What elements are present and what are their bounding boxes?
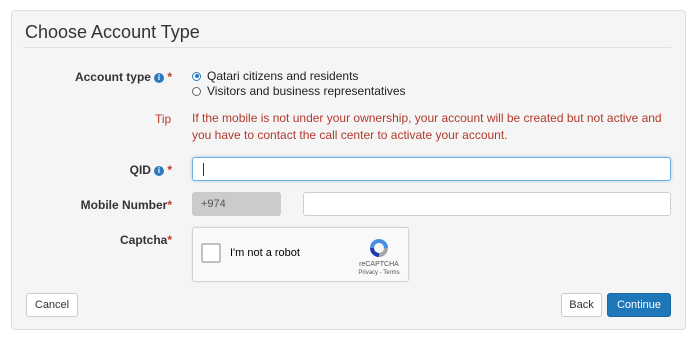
mobile-label-group: Mobile Number*	[32, 198, 172, 212]
recaptcha-logo-icon	[370, 239, 388, 257]
mobile-label: Mobile Number	[80, 198, 168, 212]
account-type-label-group: Account type i *	[32, 70, 172, 84]
account-type-label: Account type	[74, 70, 151, 84]
recaptcha-widget: I'm not a robot reCAPTCHA Privacy - Term…	[192, 227, 409, 282]
recaptcha-privacy-terms[interactable]: Privacy - Terms	[353, 270, 405, 276]
recaptcha-label: I'm not a robot	[230, 247, 300, 259]
page-title: Choose Account Type	[25, 22, 200, 42]
option-label: Visitors and business representatives	[207, 84, 406, 98]
back-button[interactable]: Back	[561, 293, 602, 317]
required-mark: *	[167, 163, 172, 177]
mobile-number-input[interactable]	[303, 192, 671, 216]
info-icon[interactable]: i	[153, 73, 164, 83]
country-code-prefix: +974	[192, 192, 281, 216]
required-mark: *	[167, 70, 172, 84]
recaptcha-brand: reCAPTCHA	[359, 261, 399, 268]
qid-label-group: QID i *	[32, 163, 172, 177]
tip-label: Tip	[155, 112, 172, 126]
tip-text: If the mobile is not under your ownershi…	[192, 111, 662, 142]
captcha-label: Captcha	[119, 233, 168, 247]
title-divider	[23, 47, 671, 48]
info-icon[interactable]: i	[153, 166, 164, 176]
account-type-option-visitors[interactable]: Visitors and business representatives	[192, 84, 406, 98]
continue-button[interactable]: Continue	[607, 293, 671, 317]
recaptcha-checkbox[interactable]	[201, 243, 221, 263]
captcha-label-group: Captcha*	[32, 233, 172, 247]
account-type-option-citizens[interactable]: Qatari citizens and residents	[192, 69, 358, 83]
radio-button[interactable]	[192, 86, 201, 96]
required-mark: *	[167, 198, 172, 212]
radio-button-selected[interactable]	[192, 71, 201, 81]
cancel-button[interactable]: Cancel	[26, 293, 78, 317]
qid-label: QID	[129, 163, 151, 177]
option-label: Qatari citizens and residents	[207, 69, 359, 83]
qid-input[interactable]	[192, 157, 671, 181]
text-caret	[203, 163, 204, 176]
account-type-panel: Choose Account Type Account type i * Qata…	[11, 10, 686, 330]
required-mark: *	[167, 233, 172, 247]
